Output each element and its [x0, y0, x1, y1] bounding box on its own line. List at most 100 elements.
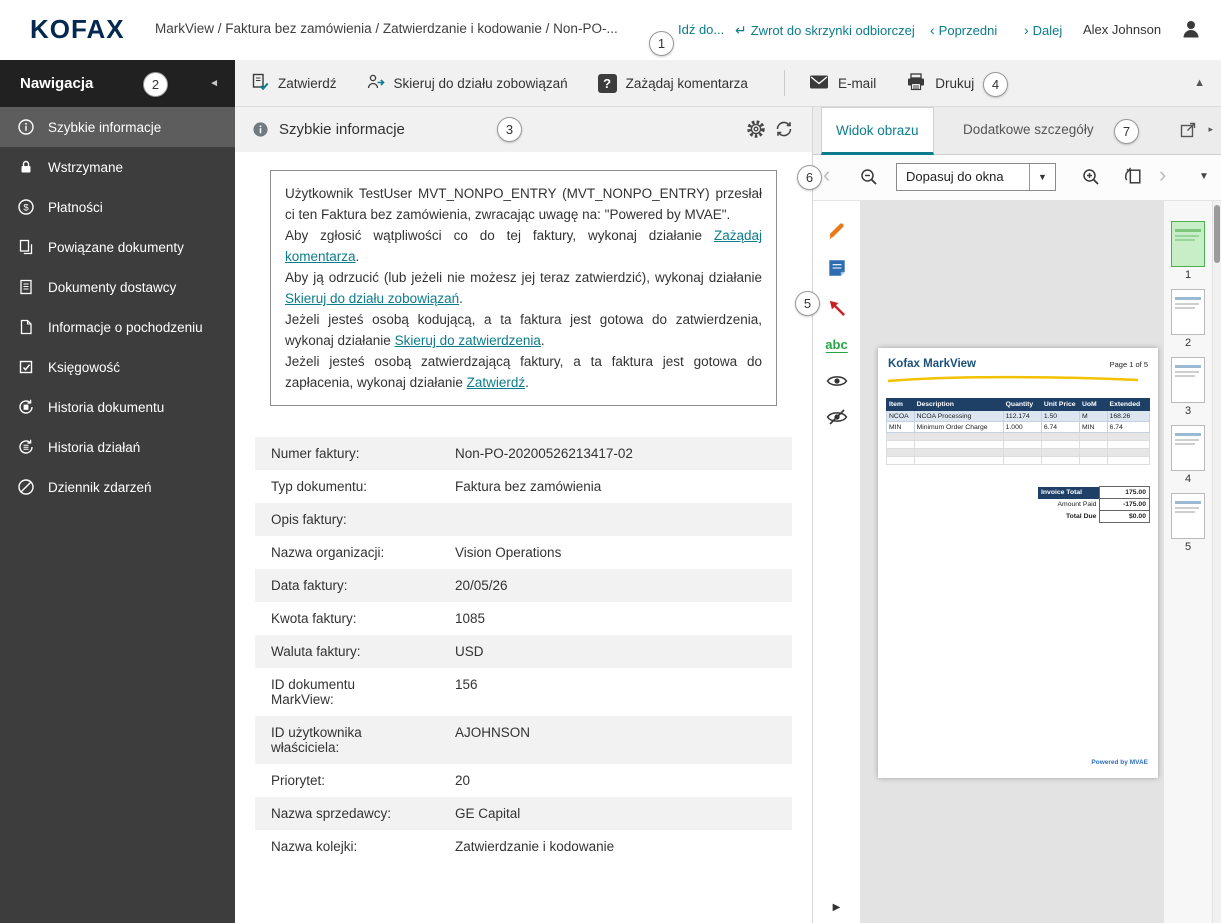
field-row: Kwota faktury: 1085 [255, 602, 792, 635]
highlighter-pen-icon[interactable] [826, 219, 848, 241]
route-to-approval-link[interactable]: Skieruj do zatwierdzenia [395, 333, 541, 348]
email-button[interactable]: E-mail [809, 74, 876, 93]
thumbnail-page-1[interactable]: 1 [1171, 221, 1205, 281]
request-comment-button[interactable]: ? Zażądaj komentarza [597, 73, 748, 93]
sidebar-item-historia-dzialan[interactable]: Historia działań [0, 427, 235, 467]
question-mark-icon: ? [597, 73, 617, 93]
field-value: USD [455, 644, 484, 659]
callout-4: 4 [983, 72, 1008, 97]
page-thumbnails-panel: 1 2 3 4 5 [1164, 201, 1212, 923]
annotation-toolbar: abc ▶ [813, 201, 861, 923]
sidebar-collapse-icon[interactable]: ◄ [209, 60, 219, 107]
route-to-ap-button[interactable]: Skieruj do działu zobowiązań [367, 73, 568, 94]
page-forward-icon[interactable]: › [1159, 162, 1166, 188]
field-label: ID dokumentu MarkView: [271, 677, 356, 707]
field-label: Nazwa sprzedawcy: [271, 806, 392, 821]
sidebar-item-powiazane-dokumenty[interactable]: Powiązane dokumenty [0, 227, 235, 267]
sidebar-item-informacje-o-pochodzeniu[interactable]: Informacje o pochodzeniu [0, 307, 235, 347]
sidebar-item-wstrzymane[interactable]: Wstrzymane [0, 147, 235, 187]
sidebar-item-dziennik-zdarzen[interactable]: Dziennik zdarzeń [0, 467, 235, 507]
toolbar-collapse-icon[interactable]: ▲ [1194, 77, 1205, 89]
sticky-note-icon[interactable] [826, 257, 848, 279]
sidebar-item-szybkie-informacje[interactable]: Szybkie informacje [0, 107, 235, 147]
hide-annotations-eye-slash-icon[interactable] [826, 409, 848, 431]
invoice-table-empty-row [886, 456, 1151, 465]
annotation-expand-icon[interactable]: ▶ [833, 902, 841, 913]
show-annotations-eye-icon[interactable] [826, 373, 848, 395]
approve-link[interactable]: Zatwierdź [467, 375, 526, 390]
invoice-table-row: NCOA NCOA Processing 112.174 1.50 M 168.26 [886, 410, 1151, 422]
field-value: GE Capital [455, 806, 521, 821]
callout-3: 3 [497, 117, 522, 142]
tab-dodatkowe-szczegoly[interactable]: Dodatkowe szczegóły [949, 107, 1108, 155]
rotate-page-icon[interactable] [1123, 166, 1144, 187]
thumbnail-page-4[interactable]: 4 [1171, 425, 1205, 485]
document-preview-area[interactable]: Kofax MarkView Page 1 of 5 Item Descripti… [861, 201, 1164, 923]
tab-widok-obrazu[interactable]: Widok obrazu [821, 107, 934, 155]
route-to-ap-link[interactable]: Skieruj do działu zobowiązań [285, 291, 459, 306]
invoice-line-items-table: Item Description Quantity Unit Price UoM Exte… [886, 398, 1151, 465]
navigation-sidebar: Nawigacja ◄ Szybkie informacje Wstrzyman… [0, 60, 235, 923]
sidebar-item-platnosci[interactable]: $ Płatności [0, 187, 235, 227]
chevron-right-icon: › [1024, 22, 1029, 38]
scrollbar-thumb[interactable] [1214, 205, 1220, 263]
field-value: Non-PO-20200526213417-02 [455, 446, 633, 461]
refresh-icon[interactable] [774, 119, 794, 139]
zoom-out-icon[interactable] [859, 167, 879, 187]
viewer-menu-caret-icon[interactable]: ▸ [1208, 124, 1213, 135]
origin-info-icon [17, 318, 35, 336]
thumbnail-number: 3 [1184, 405, 1192, 417]
quick-info-panel: Użytkownik TestUser MVT_NONPO_ENTRY (MVT… [235, 152, 812, 923]
document-history-icon [17, 398, 35, 416]
page-back-icon[interactable]: ‹ [823, 162, 830, 188]
field-row: Numer faktury: Non-PO-20200526213417-02 [255, 437, 792, 470]
zoom-level-select[interactable]: Dopasuj do okna ▼ [896, 163, 1056, 191]
field-label: Data faktury: [271, 578, 348, 593]
lock-icon [17, 158, 35, 176]
viewer-body: abc ▶ Kofax MarkView Page 1 of 5 Item Des… [813, 201, 1221, 923]
open-in-new-window-icon[interactable] [1179, 121, 1197, 139]
viewer-more-caret-icon[interactable]: ▼ [1199, 171, 1209, 182]
thumbnail-page-2[interactable]: 2 [1171, 289, 1205, 349]
thumbnail-page-3[interactable]: 3 [1171, 357, 1205, 417]
thumbnails-scrollbar[interactable] [1212, 201, 1221, 923]
email-label: E-mail [837, 75, 877, 91]
go-to-link[interactable]: Idź do... [678, 22, 724, 37]
sidebar-item-ksiegowosc[interactable]: Księgowość [0, 347, 235, 387]
field-row: Typ dokumentu: Faktura bez zamówienia [255, 470, 792, 503]
approve-button[interactable]: Zatwierdź [251, 73, 337, 94]
payments-icon: $ [17, 198, 35, 216]
previous-link[interactable]: ‹ Poprzedni [930, 22, 997, 38]
thumbnail-image [1171, 289, 1205, 335]
chevron-left-icon: ‹ [930, 22, 935, 38]
sidebar-item-label: Informacje o pochodzeniu [48, 319, 203, 335]
next-label: Dalej [1032, 23, 1063, 38]
field-value: 20 [455, 773, 471, 788]
sidebar-item-historia-dokumentu[interactable]: Historia dokumentu [0, 387, 235, 427]
text-annotation-icon[interactable]: abc [825, 337, 848, 353]
accounting-icon [17, 358, 35, 376]
arrow-annotation-icon[interactable] [826, 297, 848, 319]
print-label: Drukuj [935, 75, 975, 91]
thumbnail-page-5[interactable]: 5 [1171, 493, 1205, 553]
supplier-documents-icon [17, 278, 35, 296]
zoom-select-caret-icon[interactable]: ▼ [1029, 164, 1055, 190]
field-label: Numer faktury: [271, 446, 360, 461]
return-to-inbox-link[interactable]: ↵ Zwrot do skrzynki odbiorczej [735, 22, 915, 39]
user-profile-icon[interactable] [1180, 18, 1202, 40]
field-row: Nazwa kolejki: Zatwierdzanie i kodowanie [255, 830, 792, 863]
sidebar-item-label: Wstrzymane [48, 159, 124, 175]
zoom-in-icon[interactable] [1081, 167, 1101, 187]
invoice-table-empty-row [886, 448, 1151, 457]
gear-icon[interactable] [746, 119, 766, 139]
markview-app: KOFAX MarkView / Faktura bez zamówienia … [0, 0, 1221, 923]
toolbar-separator [783, 70, 785, 96]
action-toolbar: Zatwierdź Skieruj do działu zobowiązań ?… [235, 60, 1221, 107]
sidebar-item-dokumenty-dostawcy[interactable]: Dokumenty dostawcy [0, 267, 235, 307]
sidebar-item-label: Historia dokumentu [48, 399, 165, 415]
next-link[interactable]: › Dalej [1024, 22, 1062, 38]
quick-info-header: Szybkie informacje [235, 107, 812, 153]
callout-2: 2 [143, 72, 168, 97]
sidebar-item-label: Historia działań [48, 439, 141, 455]
print-button[interactable]: Drukuj [906, 72, 975, 94]
